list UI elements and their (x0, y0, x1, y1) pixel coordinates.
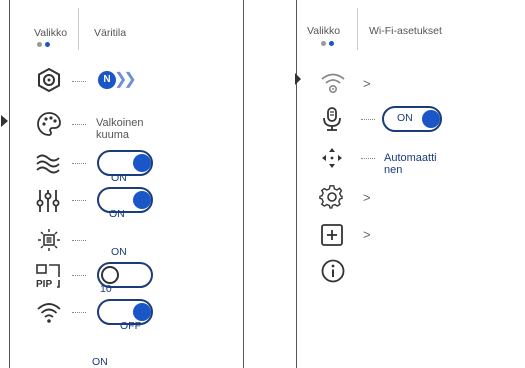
footer-value: ON (92, 356, 108, 368)
microphone-icon[interactable] (319, 106, 345, 132)
leader-dots (72, 200, 86, 201)
focus-icon[interactable] (319, 145, 345, 171)
brightness-value: ON (111, 246, 127, 258)
leader-dots (72, 124, 86, 125)
target-hexagon-icon[interactable] (36, 67, 62, 93)
toggle-knob (101, 266, 119, 284)
palette-icon[interactable] (36, 111, 62, 137)
leader-dots (72, 240, 86, 241)
leader-dots (361, 158, 375, 159)
sliders-toggle[interactable] (97, 187, 153, 213)
brightness-icon[interactable] (36, 227, 62, 253)
leader-dots (361, 119, 375, 120)
leader-dots (72, 163, 86, 164)
wave-icon[interactable] (35, 150, 61, 176)
arrows-icon: ❯❯ (114, 71, 137, 88)
microphone-toggle[interactable]: ON (382, 106, 442, 132)
leader-dots (72, 312, 86, 313)
toggle-knob (133, 303, 151, 321)
toggle-knob (133, 154, 151, 172)
page-dot-1 (321, 41, 326, 46)
pip-icon[interactable]: PIP (35, 263, 61, 289)
microphone-toggle-label: ON (397, 112, 413, 124)
info-icon[interactable] (320, 258, 346, 284)
sliders-icon[interactable] (35, 188, 61, 214)
focus-mode-value: Automaatti nen (384, 152, 437, 176)
right-menu-panel: Valikko Wi-Fi-asetukset > ON Automaatti … (295, 0, 525, 368)
leader-dots (72, 275, 86, 276)
svg-text:PIP: PIP (36, 279, 52, 289)
page-dot-2 (329, 41, 334, 46)
tab-valikko[interactable]: Valikko (307, 25, 340, 37)
tab-divider (357, 8, 358, 50)
gear-icon[interactable] (319, 184, 345, 210)
tab-valikko[interactable]: Valikko (34, 27, 67, 39)
wifi-icon[interactable] (36, 299, 62, 325)
chevron-right-icon[interactable]: > (363, 76, 371, 91)
selection-pointer (1, 115, 8, 127)
wifi-toggle-label: OFF (120, 320, 141, 332)
page-dot-2 (45, 42, 50, 47)
tab-varitila[interactable]: Väritila (94, 27, 126, 39)
page-dot-1 (37, 42, 42, 47)
tab-divider (78, 8, 79, 50)
plus-box-icon[interactable] (319, 222, 345, 248)
wifi-settings-icon[interactable] (320, 70, 346, 96)
leader-dots (72, 81, 86, 82)
tab-wifi-settings[interactable]: Wi-Fi-asetukset (369, 25, 442, 37)
selection-pointer (295, 73, 301, 85)
wave-toggle-label: ON (111, 172, 127, 184)
pip-toggle-label: 10 (100, 283, 112, 295)
toggle-knob (133, 191, 151, 209)
chevron-right-icon[interactable]: > (363, 190, 371, 205)
color-mode-value: Valkoinen kuuma (96, 117, 144, 141)
toggle-knob (422, 110, 440, 128)
chevron-right-icon[interactable]: > (363, 227, 371, 242)
left-menu-panel: Valikko Väritila N ❯❯ Valkoinen kuuma ON… (1, 0, 244, 368)
sliders-toggle-label: ON (109, 208, 125, 220)
